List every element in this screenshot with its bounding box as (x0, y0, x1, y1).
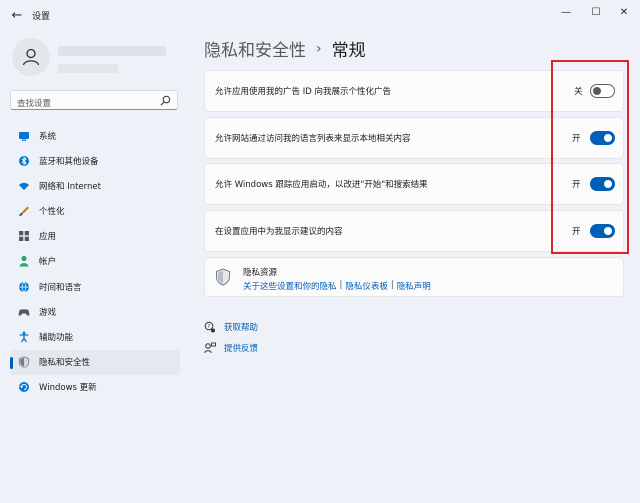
sidebar-item-label: 隐私和安全性 (39, 358, 91, 369)
person-icon (18, 255, 30, 267)
user-profile[interactable] (12, 36, 182, 80)
bluetooth-icon (18, 155, 30, 167)
sidebar-item-accessibility[interactable]: 辅助功能 (10, 325, 180, 350)
sidebar-item-label: 帐户 (39, 257, 57, 268)
blurred-user-email (58, 64, 118, 73)
link-separator: | (339, 280, 343, 290)
sidebar-item-person[interactable]: 帐户 (10, 249, 180, 274)
sidebar-item-label: 网络和 Internet (39, 181, 101, 192)
sidebar-item-shield[interactable]: 隐私和安全性 (10, 349, 180, 375)
sidebar-item-label: 游戏 (39, 307, 57, 318)
title-bar: ← 设置 — ☐ ✕ (0, 0, 640, 30)
back-arrow-icon[interactable]: ← (8, 6, 26, 24)
setting-label: 允许 Windows 跟踪应用启动，以改进"开始"和搜索结果 (215, 180, 428, 190)
get-help-link[interactable]: ? 获取帮助 (204, 321, 258, 333)
close-button[interactable]: ✕ (614, 4, 634, 20)
shield-icon (216, 268, 230, 286)
link-separator: | (390, 280, 394, 290)
sidebar-item-label: 时间和语言 (39, 282, 82, 293)
give-feedback-link[interactable]: 提供反馈 (204, 342, 258, 354)
person-icon (22, 48, 40, 66)
breadcrumb-separator: › (316, 40, 322, 57)
get-help-label: 获取帮助 (224, 323, 259, 333)
give-feedback-label: 提供反馈 (224, 344, 259, 354)
app-title: 设置 (32, 12, 51, 22)
svg-text:?: ? (207, 324, 210, 330)
sidebar-item-bluetooth[interactable]: 蓝牙和其他设备 (10, 148, 180, 173)
sidebar-item-label: 蓝牙和其他设备 (39, 156, 99, 167)
apps-icon (18, 230, 30, 242)
sidebar-item-update[interactable]: Windows 更新 (10, 375, 180, 400)
search-box[interactable] (10, 90, 178, 113)
privacy-resources-links: 关于这些设置和你的隐私 | 隐私仪表板 | 隐私声明 (243, 280, 431, 292)
search-input[interactable] (11, 95, 151, 113)
feedback-icon (204, 342, 216, 354)
privacy-resources-title: 隐私资源 (243, 268, 278, 278)
sidebar-item-label: 应用 (39, 232, 57, 243)
globe-clock-icon (18, 281, 30, 293)
maximize-button[interactable]: ☐ (586, 4, 606, 20)
update-icon (18, 381, 30, 393)
sidebar-item-monitor[interactable]: 系统 (10, 123, 180, 148)
search-icon[interactable] (160, 95, 171, 106)
link-privacy-statement[interactable]: 隐私声明 (397, 280, 431, 292)
brush-icon (18, 205, 30, 217)
sidebar-item-globe-clock[interactable]: 时间和语言 (10, 274, 180, 299)
minimize-button[interactable]: — (556, 4, 576, 20)
wifi-icon (18, 180, 30, 192)
red-highlight-box (551, 60, 629, 254)
setting-label: 在设置应用中为我显示建议的内容 (215, 227, 343, 237)
link-privacy-dashboard[interactable]: 隐私仪表板 (345, 280, 388, 292)
sidebar-item-wifi[interactable]: 网络和 Internet (10, 173, 180, 198)
shield-icon (18, 356, 30, 368)
monitor-icon (18, 130, 30, 142)
breadcrumb-parent[interactable]: 隐私和安全性 (204, 36, 306, 61)
blurred-user-name (58, 46, 166, 56)
sidebar-item-label: 系统 (39, 131, 57, 142)
sidebar-item-brush[interactable]: 个性化 (10, 199, 180, 224)
setting-label: 允许网站通过访问我的语言列表来显示本地相关内容 (215, 134, 411, 144)
page-title: 常规 (331, 41, 366, 61)
breadcrumb: 隐私和安全性 › 常规 (204, 36, 366, 62)
sidebar-item-gamepad[interactable]: 游戏 (10, 299, 180, 324)
link-about-settings-privacy[interactable]: 关于这些设置和你的隐私 (243, 280, 337, 292)
privacy-resources-card: 隐私资源 关于这些设置和你的隐私 | 隐私仪表板 | 隐私声明 (204, 257, 624, 297)
gamepad-icon (18, 306, 30, 318)
sidebar-item-label: 辅助功能 (39, 333, 74, 343)
accessibility-icon (18, 331, 30, 343)
sidebar-item-label: Windows 更新 (39, 383, 97, 394)
setting-label: 允许应用使用我的广告 ID 向我展示个性化广告 (215, 87, 391, 97)
sidebar-item-apps[interactable]: 应用 (10, 224, 180, 249)
sidebar-item-label: 个性化 (39, 207, 65, 218)
avatar (12, 38, 50, 76)
sidebar-nav: 系统蓝牙和其他设备 网络和 Internet 个性化应用帐户时间和语言游戏辅助功能隐… (10, 123, 180, 400)
help-chat-icon: ? (204, 321, 215, 333)
